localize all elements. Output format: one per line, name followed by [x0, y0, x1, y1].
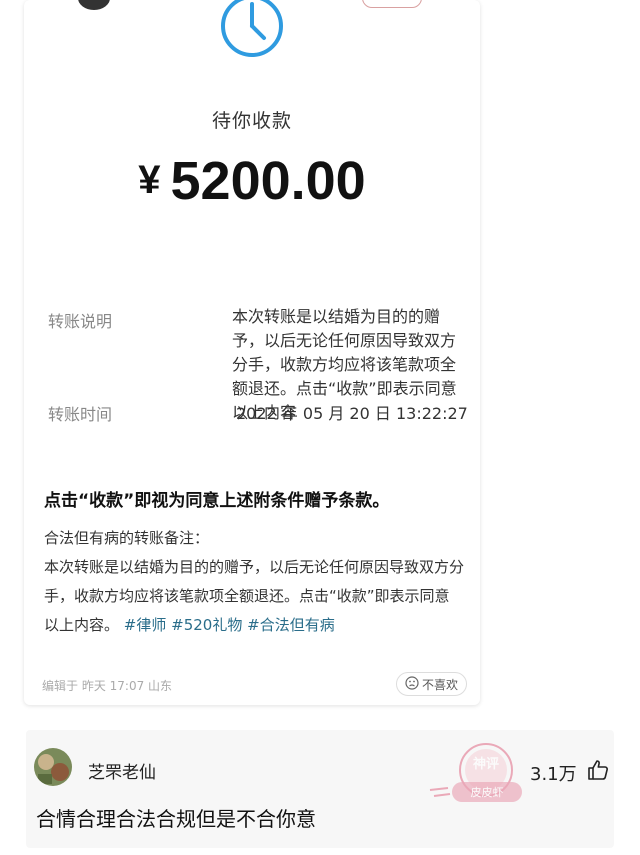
time-label: 转账时间	[48, 405, 113, 424]
post-body-intro: 合法但有病的转账备注：	[44, 529, 210, 547]
dislike-button[interactable]: 不喜欢	[396, 672, 468, 696]
thumbs-up-icon[interactable]	[586, 758, 610, 786]
post-title: 点击“收款”即视为同意上述附条件赠予条款。	[44, 491, 390, 511]
dislike-label: 不喜欢	[422, 677, 459, 692]
post-body-text: 本次转账是以结婚为目的的赠予，以后无论任何原因导致双方分手，收款方均应将该笔款项…	[44, 553, 464, 640]
comment-text: 合情合理合法合规但是不合你意	[36, 807, 316, 831]
comment-username[interactable]: 芝罘老仙	[88, 758, 156, 783]
top-action-pill[interactable]	[362, 0, 422, 8]
amount-value: 5200.00	[170, 151, 366, 211]
status-label: 待你收款	[211, 110, 292, 132]
svg-text:神评: 神评	[473, 756, 499, 772]
hashtag-lawyer[interactable]: #律师	[124, 616, 167, 634]
watermark-stamp: 神评 皮皮虾	[428, 738, 528, 822]
transfer-amount: ¥5200.00	[0, 150, 504, 212]
sad-face-icon	[405, 675, 419, 693]
post-body: 合法但有病的转账备注： 本次转账是以结婚为目的的赠予，以后无论任何原因导致双方分…	[44, 524, 464, 640]
hashtag-legal-but-sick[interactable]: #合法但有病	[247, 616, 335, 634]
avatar[interactable]	[34, 748, 72, 786]
hashtag-520-gift[interactable]: #520礼物	[171, 616, 242, 634]
post-meta: 编辑于 昨天 17:07 山东	[42, 679, 173, 693]
description-label: 转账说明	[48, 312, 113, 331]
clock-icon	[218, 0, 286, 64]
svg-text:皮皮虾: 皮皮虾	[471, 786, 504, 799]
currency-symbol: ¥	[138, 158, 161, 202]
like-count: 3.1万	[530, 764, 577, 785]
time-value: 2022 年 05 月 20 日 13:22:27	[236, 404, 468, 423]
